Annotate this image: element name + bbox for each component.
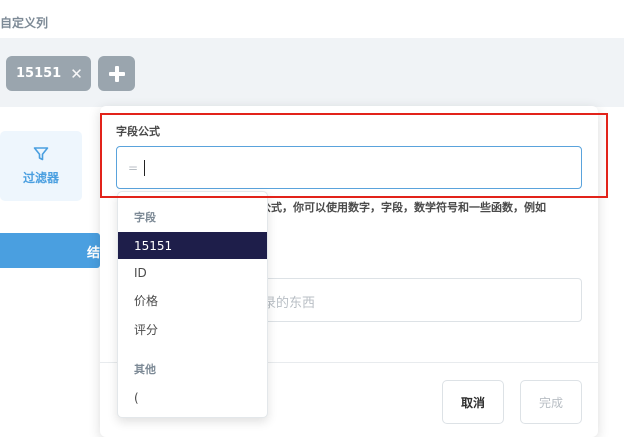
field-suggestion-dropdown: 字段 15151 ID 价格 评分 其他 ( [117,191,268,418]
close-icon[interactable]: ✕ [70,65,83,83]
formula-title: 字段公式 [116,125,160,138]
plus-icon [108,65,125,82]
cancel-button[interactable]: 取消 [442,380,504,424]
column-name-placeholder: 录的东西 [263,296,316,311]
formula-help-text: 公式，你可以使用数字，字段，数学符号和一些函数，例如 [260,201,546,214]
formula-input[interactable]: = [116,146,582,189]
filter-label: 过滤器 [22,171,59,185]
field-option[interactable]: 价格 [118,287,267,314]
filter-button[interactable]: 过滤器 [0,131,82,201]
column-chip-label: 15151 [16,66,62,81]
add-column-button[interactable] [98,56,135,91]
field-option[interactable]: 15151 [118,232,267,259]
done-button[interactable]: 完成 [520,380,582,424]
text-caret [144,159,146,176]
primary-action-label: 结 [87,246,101,261]
equals-prefix: = [128,160,139,175]
field-option[interactable]: ID [118,259,267,286]
page: 自定义列 15151 ✕ 过滤器 结 字段公式 = 公式，你可以使用数字，字段，… [0,0,624,437]
custom-column-title: 自定义列 [0,16,49,30]
fields-heading: 字段 [134,211,156,224]
other-option[interactable]: ( [118,384,267,411]
column-chip-bar [0,38,624,107]
field-option[interactable]: 评分 [118,316,267,343]
other-heading: 其他 [134,363,156,376]
filter-icon [33,147,49,161]
column-chip[interactable]: 15151 ✕ [6,56,91,91]
primary-action-button[interactable]: 结 [0,233,100,268]
column-name-input[interactable]: 录的东西 [220,278,582,322]
